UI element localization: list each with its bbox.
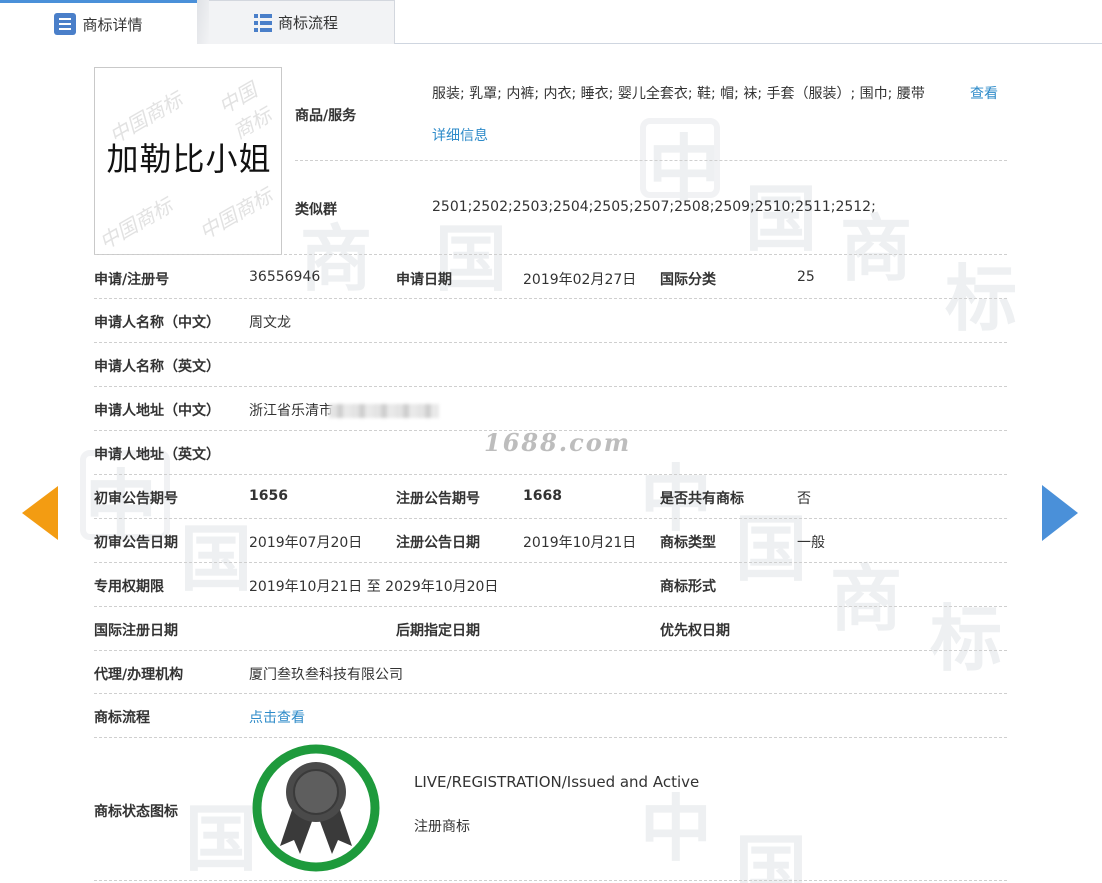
tab-bar: 商标详情 商标流程 [0, 0, 1102, 45]
goods-more-link[interactable]: 查看 详细信息 [432, 83, 1000, 147]
divider [94, 518, 1007, 519]
apply-date-value: 2019年02月27日 [523, 272, 637, 288]
prelim-date-value: 2019年07月20日 [249, 535, 363, 551]
process-label: 商标流程 [94, 710, 150, 726]
list-icon [54, 13, 77, 35]
similar-group-value: 2501;2502;2503;2504;2505;2507;2508;2509;… [432, 199, 876, 215]
grid-list-icon [253, 13, 272, 32]
intl-class-value: 25 [797, 269, 815, 285]
prelim-date-label: 初审公告日期 [94, 535, 178, 551]
tab-label: 商标详情 [82, 15, 143, 34]
redacted-address [329, 404, 439, 418]
logo-watermark: 中国商标 [95, 193, 177, 255]
reg-pub-date-value: 2019年10月21日 [523, 535, 637, 551]
tab-trademark-process[interactable]: 商标流程 [197, 0, 395, 44]
divider [94, 474, 1007, 475]
divider [94, 342, 1007, 343]
similar-group-label: 类似群 [295, 202, 337, 218]
divider [94, 880, 1007, 881]
priority-label: 优先权日期 [660, 623, 730, 639]
agent-value: 厦门叁玖叁科技有限公司 [249, 667, 403, 683]
divider [94, 254, 1007, 255]
apply-date-label: 申请日期 [396, 272, 452, 288]
type-label: 商标类型 [660, 535, 716, 551]
divider [94, 650, 1007, 651]
prev-arrow-icon[interactable] [22, 486, 58, 540]
applicant-cn-value: 周文龙 [249, 315, 291, 331]
intl-reg-date-label: 国际注册日期 [94, 623, 178, 639]
applicant-en-label: 申请人名称（英文） [94, 359, 220, 375]
term-label: 专用权期限 [94, 579, 164, 595]
address-cn-label: 申请人地址（中文） [94, 403, 220, 419]
process-view-link[interactable]: 点击查看 [249, 707, 305, 727]
divider [94, 737, 1007, 738]
form-label: 商标形式 [660, 579, 716, 595]
goods-more-link-part1[interactable]: 查看 [970, 83, 998, 103]
address-cn-text: 浙江省乐清市 [249, 403, 333, 419]
logo-watermark: 中国商标 [214, 77, 276, 144]
next-arrow-icon[interactable] [1042, 485, 1078, 541]
intl-class-label: 国际分类 [660, 272, 716, 288]
shared-label: 是否共有商标 [660, 491, 744, 507]
logo-watermark: 中国商标 [195, 183, 277, 245]
status-cn: 注册商标 [414, 819, 470, 835]
reg-pub-date-label: 注册公告日期 [396, 535, 480, 551]
rosette-badge-icon [250, 742, 382, 874]
later-date-label: 后期指定日期 [396, 623, 480, 639]
prelim-no-value: 1656 [249, 488, 288, 504]
tab-trademark-detail[interactable]: 商标详情 [0, 0, 197, 45]
applicant-cn-label: 申请人名称（中文） [94, 315, 220, 331]
term-value: 2019年10月21日 至 2029年10月20日 [249, 579, 499, 595]
trademark-name: 加勒比小姐 [106, 140, 272, 178]
divider [94, 298, 1007, 299]
status-en: LIVE/REGISTRATION/Issued and Active [414, 773, 700, 791]
divider [94, 606, 1007, 607]
status-icon-label: 商标状态图标 [94, 804, 178, 820]
address-en-label: 申请人地址（英文） [94, 447, 220, 463]
agent-label: 代理/办理机构 [94, 667, 184, 683]
tab-label: 商标流程 [277, 14, 338, 32]
prelim-no-label: 初审公告期号 [94, 491, 178, 507]
goods-label: 商品/服务 [295, 108, 357, 124]
divider [94, 386, 1007, 387]
shared-value: 否 [797, 491, 811, 507]
address-cn-value: 浙江省乐清市 [249, 400, 439, 420]
site-watermark: 1688.com [484, 428, 632, 457]
trademark-image: 中国商标 中国商标 中国商标 中国商标 加勒比小姐 [94, 67, 282, 255]
reg-no-label: 申请/注册号 [94, 272, 170, 288]
reg-no-value: 36556946 [249, 269, 321, 285]
divider [94, 562, 1007, 563]
reg-pub-no-value: 1668 [523, 488, 562, 504]
type-value: 一般 [797, 535, 825, 551]
reg-pub-no-label: 注册公告期号 [396, 491, 480, 507]
goods-more-link-part2[interactable]: 详细信息 [432, 125, 488, 145]
divider [94, 693, 1007, 694]
divider [295, 160, 1007, 161]
